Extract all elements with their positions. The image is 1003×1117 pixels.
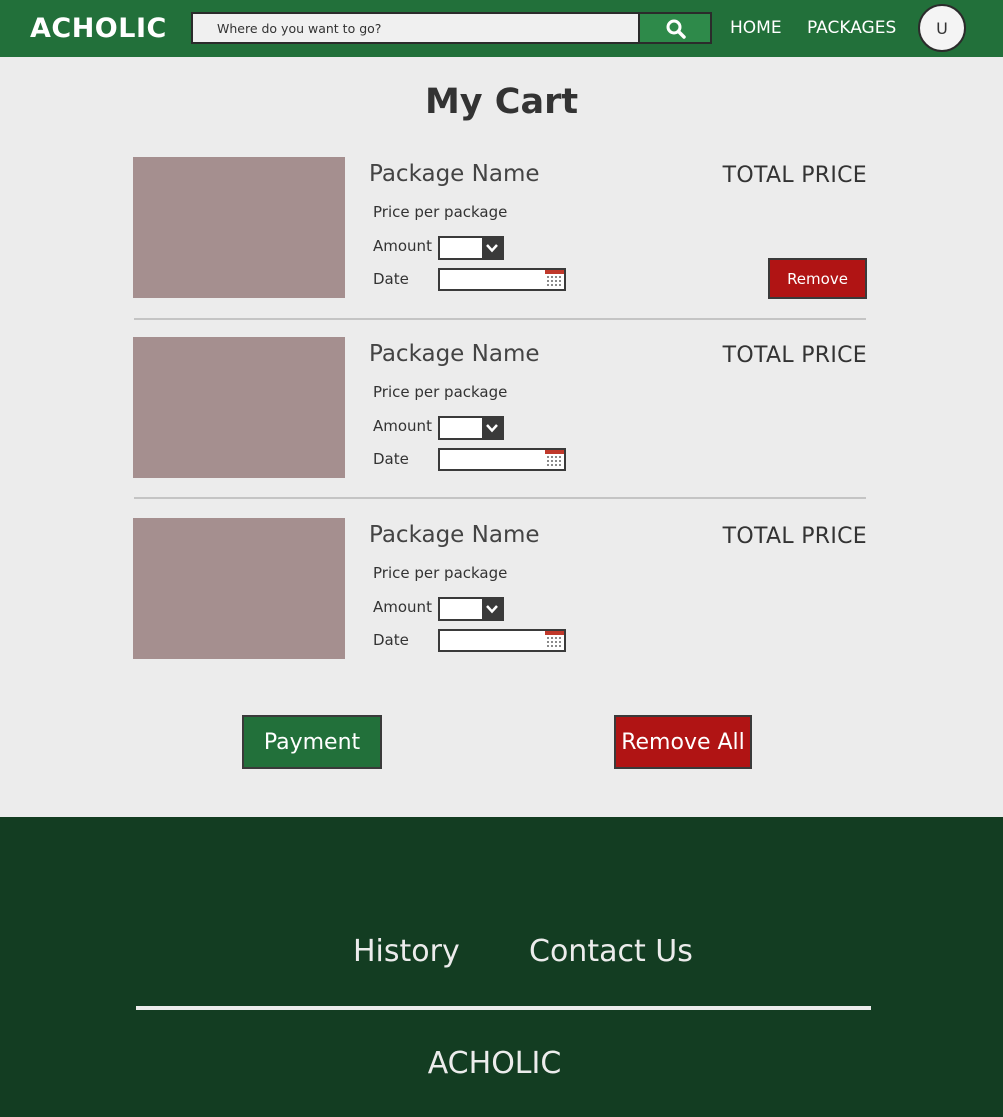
brand-logo[interactable]: ACHOLIC bbox=[30, 13, 167, 44]
footer-contact-link[interactable]: Contact Us bbox=[529, 934, 693, 969]
amount-label: Amount bbox=[373, 417, 432, 435]
calendar-icon[interactable] bbox=[544, 631, 564, 650]
remove-all-button[interactable]: Remove All bbox=[614, 715, 752, 769]
date-input[interactable] bbox=[438, 448, 566, 471]
amount-label: Amount bbox=[373, 237, 432, 255]
nav-home-link[interactable]: HOME bbox=[730, 18, 782, 38]
remove-button[interactable]: Remove bbox=[768, 258, 867, 299]
date-input[interactable] bbox=[438, 629, 566, 652]
search-button[interactable] bbox=[638, 12, 712, 44]
top-navbar: ACHOLIC HOME PACKAGES U bbox=[0, 0, 1003, 57]
cart-item: Package Name Price per package Amount Da… bbox=[133, 157, 867, 299]
item-divider bbox=[134, 318, 866, 320]
footer: History Contact Us ACHOLIC bbox=[0, 817, 1003, 1117]
dropdown-button[interactable] bbox=[482, 238, 502, 258]
dropdown-button[interactable] bbox=[482, 418, 502, 438]
package-image bbox=[133, 157, 345, 298]
price-per-package: Price per package bbox=[373, 203, 508, 221]
search-icon bbox=[666, 19, 686, 39]
date-label: Date bbox=[373, 631, 409, 649]
calendar-icon[interactable] bbox=[544, 450, 564, 469]
dropdown-button[interactable] bbox=[482, 599, 502, 619]
chevron-down-icon bbox=[486, 605, 498, 614]
date-label: Date bbox=[373, 270, 409, 288]
calendar-icon[interactable] bbox=[544, 270, 564, 289]
date-input[interactable] bbox=[438, 268, 566, 291]
total-price: TOTAL PRICE bbox=[722, 343, 867, 368]
cart-item: Package Name Price per package Amount Da… bbox=[133, 518, 867, 660]
nav-packages-link[interactable]: PACKAGES bbox=[807, 18, 896, 38]
amount-select[interactable] bbox=[438, 597, 504, 621]
total-price: TOTAL PRICE bbox=[722, 163, 867, 188]
search-input[interactable] bbox=[191, 12, 640, 44]
amount-label: Amount bbox=[373, 598, 432, 616]
footer-divider bbox=[136, 1006, 871, 1010]
footer-brand: ACHOLIC bbox=[427, 1046, 562, 1081]
package-name: Package Name bbox=[369, 341, 540, 367]
user-avatar[interactable]: U bbox=[918, 4, 966, 52]
item-divider bbox=[134, 497, 866, 499]
footer-history-link[interactable]: History bbox=[353, 934, 460, 969]
date-label: Date bbox=[373, 450, 409, 468]
package-name: Package Name bbox=[369, 161, 540, 187]
amount-select[interactable] bbox=[438, 416, 504, 440]
package-image bbox=[133, 518, 345, 659]
amount-select[interactable] bbox=[438, 236, 504, 260]
chevron-down-icon bbox=[486, 244, 498, 253]
package-image bbox=[133, 337, 345, 478]
package-name: Package Name bbox=[369, 522, 540, 548]
page-title: My Cart bbox=[424, 82, 579, 122]
price-per-package: Price per package bbox=[373, 383, 508, 401]
chevron-down-icon bbox=[486, 424, 498, 433]
price-per-package: Price per package bbox=[373, 564, 508, 582]
payment-button[interactable]: Payment bbox=[242, 715, 382, 769]
total-price: TOTAL PRICE bbox=[722, 524, 867, 549]
cart-item: Package Name Price per package Amount Da… bbox=[133, 337, 867, 479]
